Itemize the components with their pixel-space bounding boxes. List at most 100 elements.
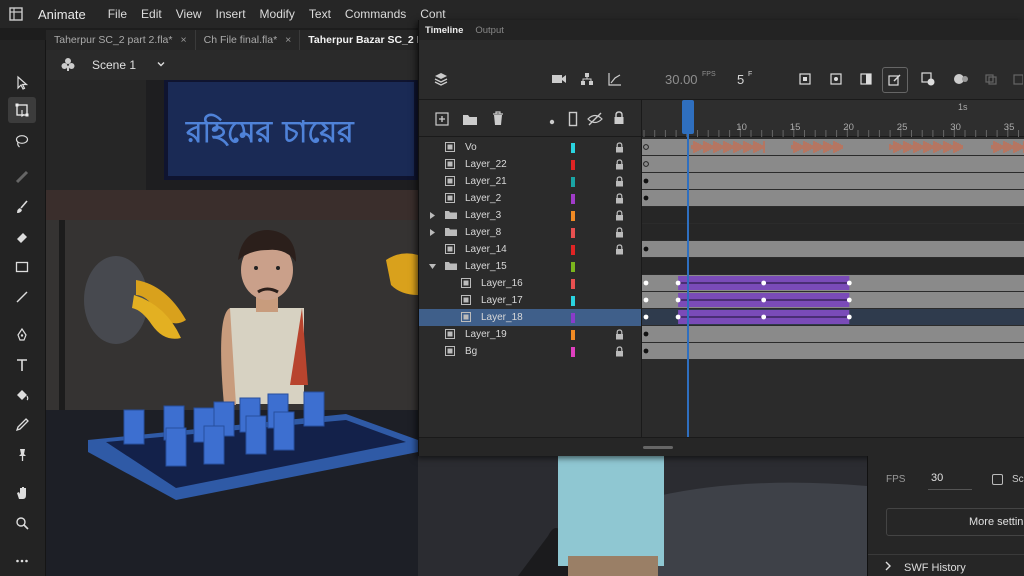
layer-color-swatch[interactable] [571,245,575,255]
doc-tab-taherpur-part2[interactable]: Taherpur SC_2 part 2.fla* × [46,30,196,50]
more-tools-icon[interactable] [8,548,36,574]
frame-row[interactable] [642,326,1024,342]
keyframe[interactable] [643,195,649,201]
expand-right-icon[interactable] [428,211,437,223]
keyframe[interactable] [761,314,767,320]
visibility-toggle-icon[interactable] [587,112,603,129]
tab-output[interactable]: Output [469,25,510,36]
layer-color-swatch[interactable] [571,279,575,289]
chevron-right-icon[interactable] [884,561,892,574]
keyframe[interactable] [846,280,852,286]
free-transform-tool-icon[interactable] [8,97,36,123]
menu-view[interactable]: View [176,7,202,21]
layer-name[interactable]: Layer_21 [465,176,507,187]
keyframe[interactable] [643,280,649,286]
keyframe[interactable] [675,280,681,286]
layer-color-swatch[interactable] [571,262,575,272]
keyframe[interactable] [643,314,649,320]
frame-row[interactable] [642,207,1024,223]
delete-keyframe-icon[interactable] [1013,73,1024,88]
menu-control[interactable]: Cont [420,7,445,21]
menu-commands[interactable]: Commands [345,7,406,21]
keyframe[interactable] [761,280,767,286]
insert-keyframe-icon[interactable] [953,73,969,88]
eyedropper-tool-icon[interactable] [8,412,36,438]
eraser-tool-icon[interactable] [8,224,36,250]
layer-color-swatch[interactable] [571,313,575,323]
layer-row[interactable]: Layer_19 [419,326,641,343]
lock-icon[interactable] [615,176,624,190]
layer-row[interactable]: Layer_17 [419,292,641,309]
expand-down-icon[interactable] [428,262,437,274]
scene-selector[interactable]: Scene 1 [92,58,136,72]
keyframe[interactable] [643,178,649,184]
frame-row[interactable] [642,343,1024,359]
layer-name[interactable]: Bg [465,346,477,357]
frame-row[interactable] [642,275,1024,291]
layer-name[interactable]: Layer_8 [465,227,501,238]
stage-canvas[interactable]: রহিমের চায়ের [46,80,418,576]
frame-row[interactable] [642,224,1024,240]
layer-name[interactable]: Layer_3 [465,210,501,221]
layers-icon[interactable] [433,71,449,90]
menu-text[interactable]: Text [309,7,331,21]
hand-tool-icon[interactable] [8,480,36,506]
lock-icon[interactable] [615,193,624,207]
lock-icon[interactable] [615,346,624,360]
tab-timeline[interactable]: Timeline [419,25,469,36]
fps-readout[interactable]: 30.00 [665,72,698,87]
menu-modify[interactable]: Modify [260,7,295,21]
keyframe[interactable] [846,297,852,303]
layer-row[interactable]: Vo [419,139,641,156]
more-settings-button[interactable]: More settin [886,508,1024,536]
close-icon[interactable]: × [285,34,291,46]
layer-row[interactable]: Layer_21 [419,173,641,190]
pen-tool-icon[interactable] [8,322,36,348]
lock-icon[interactable] [615,210,624,224]
keyframe[interactable] [643,297,649,303]
graph-icon[interactable] [608,72,622,89]
menu-insert[interactable]: Insert [216,7,246,21]
paint-bucket-tool-icon[interactable] [8,382,36,408]
layer-row[interactable]: Layer_2 [419,190,641,207]
stage-lower-area[interactable] [418,456,867,576]
scale-checkbox[interactable] [992,474,1003,485]
frame-row[interactable] [642,139,1024,155]
frame-row[interactable] [642,258,1024,274]
layer-color-swatch[interactable] [571,330,575,340]
layer-name[interactable]: Layer_2 [465,193,501,204]
rectangle-tool-icon[interactable] [8,254,36,280]
frame-row[interactable] [642,292,1024,308]
layer-name[interactable]: Vo [465,142,477,153]
edit-multiple-frames-icon[interactable] [882,67,908,93]
close-icon[interactable]: × [180,34,186,46]
lock-icon[interactable] [615,329,624,343]
frame-row[interactable] [642,241,1024,257]
onion-skin-icon[interactable] [860,73,872,88]
swf-history-section[interactable]: SWF History [868,554,1024,576]
keyframe[interactable] [761,297,767,303]
new-folder-icon[interactable] [462,112,478,129]
frame-row[interactable] [642,173,1024,189]
layer-parenting-icon[interactable] [580,72,594,89]
pin-tool-icon[interactable] [8,442,36,468]
layer-name[interactable]: Layer_19 [465,329,507,340]
layer-name[interactable]: Layer_18 [481,312,523,323]
frame-row[interactable] [642,309,1024,325]
keyframe[interactable] [643,246,649,252]
workspace-icon[interactable] [0,0,32,28]
fps-field[interactable]: 30 [928,468,972,490]
layer-color-swatch[interactable] [571,211,575,221]
timeline-scroll-grip[interactable] [643,446,673,449]
layer-row[interactable]: Layer_8 [419,224,641,241]
layer-row[interactable]: Layer_3 [419,207,641,224]
lasso-tool-icon[interactable] [8,128,36,154]
loop-icon[interactable] [830,73,842,88]
layer-name[interactable]: Layer_22 [465,159,507,170]
keyframe[interactable] [846,314,852,320]
lock-all-icon[interactable] [613,111,625,128]
menu-edit[interactable]: Edit [141,7,162,21]
lock-icon[interactable] [615,227,624,241]
layer-row[interactable]: Bg [419,343,641,360]
keyframe[interactable] [643,331,649,337]
